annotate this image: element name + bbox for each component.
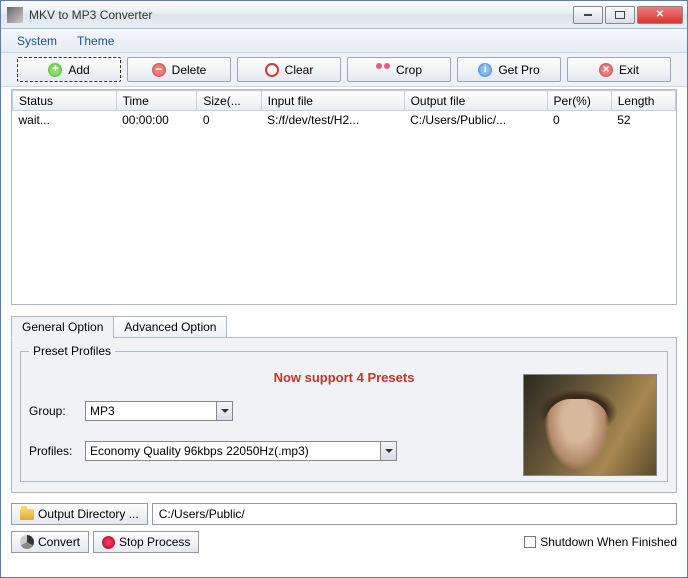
folder-icon xyxy=(20,509,34,520)
bottom-bar: Output Directory ... C:/Users/Public/ Co… xyxy=(1,499,687,557)
convert-icon xyxy=(20,535,34,549)
col-size[interactable]: Size(... xyxy=(197,91,261,111)
delete-icon xyxy=(152,63,166,77)
info-icon xyxy=(478,63,492,77)
close-button[interactable] xyxy=(637,6,683,24)
profiles-select[interactable]: Economy Quality 96kbps 22050Hz(.mp3) xyxy=(85,441,397,461)
maximize-button[interactable] xyxy=(605,6,635,24)
clear-label: Clear xyxy=(285,63,314,77)
shutdown-label: Shutdown When Finished xyxy=(540,535,677,549)
cell-status: wait... xyxy=(13,111,117,130)
delete-button[interactable]: Delete xyxy=(127,57,231,82)
cell-input: S:/f/dev/test/H2... xyxy=(261,111,404,130)
convert-label: Convert xyxy=(38,535,80,549)
options-tabs: General Option Advanced Option Preset Pr… xyxy=(11,315,677,493)
exit-label: Exit xyxy=(619,63,639,77)
table-row[interactable]: wait... 00:00:00 0 S:/f/dev/test/H2... C… xyxy=(13,111,676,130)
stop-icon xyxy=(102,536,115,549)
add-icon xyxy=(48,63,62,77)
menu-theme[interactable]: Theme xyxy=(67,32,124,50)
add-button[interactable]: Add xyxy=(17,57,121,82)
cell-time: 00:00:00 xyxy=(116,111,197,130)
file-table: Status Time Size(... Input file Output f… xyxy=(11,89,677,305)
profiles-value: Economy Quality 96kbps 22050Hz(.mp3) xyxy=(90,444,309,458)
group-value: MP3 xyxy=(90,404,115,418)
tab-general[interactable]: General Option xyxy=(11,316,114,338)
group-label: Group: xyxy=(29,404,85,418)
stop-button[interactable]: Stop Process xyxy=(93,531,199,553)
clear-button[interactable]: Clear xyxy=(237,57,341,82)
group-select[interactable]: MP3 xyxy=(85,401,233,421)
exit-icon xyxy=(599,63,613,77)
crop-button[interactable]: Crop xyxy=(347,57,451,82)
minimize-button[interactable] xyxy=(573,6,603,24)
col-length[interactable]: Length xyxy=(611,91,675,111)
col-output[interactable]: Output file xyxy=(404,91,547,111)
cell-size: 0 xyxy=(197,111,261,130)
crop-icon xyxy=(376,63,390,77)
menu-system[interactable]: System xyxy=(7,32,67,50)
chevron-down-icon xyxy=(380,442,396,460)
tab-advanced[interactable]: Advanced Option xyxy=(113,316,227,338)
tab-body: Preset Profiles Now support 4 Presets Gr… xyxy=(11,337,677,493)
menu-bar: System Theme xyxy=(1,29,687,53)
cell-length: 52 xyxy=(611,111,675,130)
app-icon xyxy=(7,7,23,23)
video-preview xyxy=(523,374,657,476)
cell-output: C:/Users/Public/... xyxy=(404,111,547,130)
getpro-label: Get Pro xyxy=(498,63,539,77)
col-time[interactable]: Time xyxy=(116,91,197,111)
chevron-down-icon xyxy=(216,402,232,420)
clear-icon xyxy=(265,63,279,77)
col-per[interactable]: Per(%) xyxy=(547,91,611,111)
crop-label: Crop xyxy=(396,63,422,77)
exit-button[interactable]: Exit xyxy=(567,57,671,82)
toolbar: Add Delete Clear Crop Get Pro Exit xyxy=(1,53,687,87)
output-dir-label: Output Directory ... xyxy=(38,507,139,521)
preset-fieldset: Preset Profiles Now support 4 Presets Gr… xyxy=(20,344,668,482)
preset-legend: Preset Profiles xyxy=(29,344,115,358)
checkbox-icon xyxy=(524,536,536,548)
convert-button[interactable]: Convert xyxy=(11,531,89,553)
cell-per: 0 xyxy=(547,111,611,130)
getpro-button[interactable]: Get Pro xyxy=(457,57,561,82)
window-title: MKV to MP3 Converter xyxy=(29,8,573,22)
output-dir-button[interactable]: Output Directory ... xyxy=(11,503,148,525)
col-input[interactable]: Input file xyxy=(261,91,404,111)
col-status[interactable]: Status xyxy=(13,91,117,111)
profiles-label: Profiles: xyxy=(29,444,85,458)
output-path-input[interactable]: C:/Users/Public/ xyxy=(152,503,677,525)
add-label: Add xyxy=(68,63,89,77)
shutdown-checkbox[interactable]: Shutdown When Finished xyxy=(524,535,677,549)
stop-label: Stop Process xyxy=(119,535,190,549)
title-bar: MKV to MP3 Converter xyxy=(1,1,687,29)
delete-label: Delete xyxy=(172,63,207,77)
